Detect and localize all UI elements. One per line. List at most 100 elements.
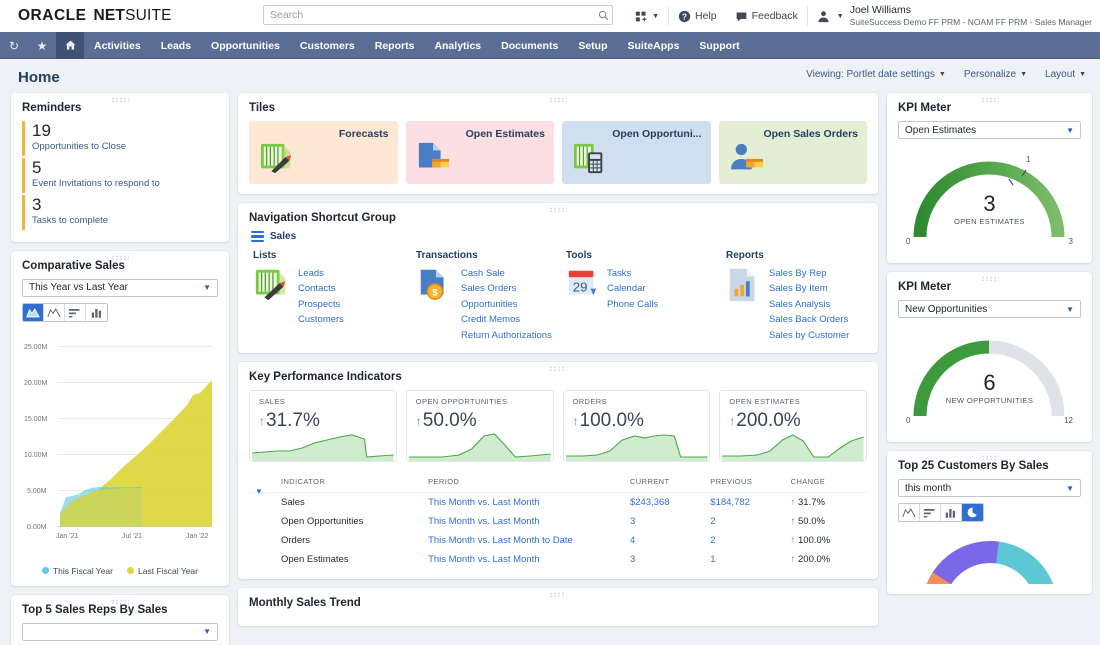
- table-row[interactable]: Sales This Month vs. Last Month $243,368…: [249, 492, 867, 512]
- nav-item-setup[interactable]: Setup: [568, 32, 617, 59]
- kpi-card-sales[interactable]: SALES ↑ 31.7%: [249, 389, 397, 462]
- col-previous[interactable]: PREVIOUS: [706, 470, 787, 493]
- recent-history-icon[interactable]: ↻: [0, 32, 28, 59]
- drag-handle[interactable]: [549, 591, 567, 597]
- link-prospects[interactable]: Prospects: [298, 297, 344, 312]
- drag-handle[interactable]: [111, 254, 129, 260]
- link-sales-by-rep[interactable]: Sales By Rep: [769, 266, 849, 281]
- drag-handle[interactable]: [549, 207, 567, 212]
- comparative-sales-range-select[interactable]: This Year vs Last Year ▼: [22, 278, 218, 297]
- top-25-customers-range-select[interactable]: this month ▼: [898, 479, 1081, 497]
- col-current[interactable]: CURRENT: [625, 470, 707, 493]
- cell-current[interactable]: $243,368: [626, 492, 706, 512]
- search-input[interactable]: [264, 9, 594, 21]
- link-sales-by-item[interactable]: Sales By Item: [769, 281, 849, 296]
- drag-handle[interactable]: [980, 97, 999, 102]
- favorites-star-icon[interactable]: ★: [28, 32, 56, 59]
- cell-previous[interactable]: 1: [706, 550, 786, 569]
- tile-forecasts[interactable]: Forecasts: [249, 121, 398, 184]
- reminder-label[interactable]: Opportunities to Close: [32, 141, 126, 152]
- col-period[interactable]: PERIOD: [424, 470, 626, 493]
- link-customers[interactable]: Customers: [298, 312, 344, 327]
- table-row[interactable]: Orders This Month vs. Last Month to Date…: [249, 531, 867, 550]
- area-chart-icon[interactable]: [23, 303, 44, 321]
- nav-item-customers[interactable]: Customers: [290, 32, 365, 59]
- horizontal-bar-chart-icon[interactable]: [65, 303, 86, 321]
- tile-open-estimates[interactable]: Open Estimates: [405, 121, 554, 184]
- link-sales-by-customer[interactable]: Sales by Customer: [769, 328, 849, 343]
- reminder-label[interactable]: Tasks to complete: [32, 215, 108, 226]
- col-change[interactable]: CHANGE: [786, 470, 867, 493]
- kpi-card-open-estimates[interactable]: OPEN ESTIMATES ↑ 200.0%: [719, 389, 867, 462]
- cell-previous[interactable]: 2: [706, 512, 786, 531]
- table-row[interactable]: Open Estimates This Month vs. Last Month…: [249, 550, 867, 569]
- link-contacts[interactable]: Contacts: [298, 281, 344, 296]
- link-opportunities[interactable]: Opportunities: [461, 297, 552, 312]
- filter-funnel-icon[interactable]: ▼: [255, 487, 263, 496]
- layout-menu[interactable]: Layout ▼: [1045, 69, 1086, 80]
- cell-previous[interactable]: $184,782: [706, 492, 786, 512]
- line-chart-icon[interactable]: [899, 504, 920, 521]
- nav-shortcut-group-header[interactable]: Sales: [251, 231, 867, 242]
- horizontal-bar-chart-icon[interactable]: [920, 504, 941, 521]
- link-leads[interactable]: Leads: [298, 266, 344, 281]
- cell-previous[interactable]: 2: [706, 531, 786, 550]
- link-cash-sale[interactable]: Cash Sale: [461, 266, 552, 281]
- top5-sales-reps-range-select[interactable]: ▼: [22, 622, 218, 641]
- drag-handle[interactable]: [111, 598, 129, 604]
- user-menu[interactable]: ▼ Joel Williams SuiteSuccess Demo FF PRM…: [808, 4, 1092, 28]
- nav-item-reports[interactable]: Reports: [365, 32, 425, 59]
- nav-item-support[interactable]: Support: [689, 32, 749, 59]
- link-return-authorizations[interactable]: Return Authorizations: [461, 328, 552, 343]
- line-chart-icon[interactable]: [44, 303, 65, 321]
- col-indicator[interactable]: INDICATOR: [249, 470, 425, 493]
- nav-item-activities[interactable]: Activities: [84, 32, 151, 59]
- home-icon[interactable]: [56, 32, 84, 59]
- nav-item-analytics[interactable]: Analytics: [424, 32, 491, 59]
- cell-period[interactable]: This Month vs. Last Month: [424, 550, 626, 569]
- kpi-card-open-opportunities[interactable]: OPEN OPPORTUNITIES ↑ 50.0%: [405, 389, 554, 462]
- link-sales-orders[interactable]: Sales Orders: [461, 281, 552, 296]
- oracle-netsuite-logo[interactable]: ORACLE NETSUITE: [18, 7, 172, 25]
- cell-period[interactable]: This Month vs. Last Month: [424, 492, 626, 512]
- help-button[interactable]: ? Help: [669, 0, 726, 32]
- link-tasks[interactable]: Tasks: [607, 266, 658, 281]
- cell-period[interactable]: This Month vs. Last Month: [424, 512, 626, 531]
- link-credit-memos[interactable]: Credit Memos: [461, 312, 552, 327]
- personalize-menu[interactable]: Personalize ▼: [964, 69, 1027, 80]
- drag-handle[interactable]: [980, 276, 999, 281]
- quick-add-button[interactable]: ▼: [626, 0, 668, 32]
- kpi-meter-1-select[interactable]: Open Estimates ▼: [898, 121, 1081, 139]
- pie-chart-icon[interactable]: [962, 504, 983, 521]
- link-sales-analysis[interactable]: Sales Analysis: [769, 297, 849, 312]
- nav-item-opportunities[interactable]: Opportunities: [201, 32, 290, 59]
- kpi-card-orders[interactable]: ORDERS ↑ 100.0%: [562, 389, 711, 462]
- drag-handle[interactable]: [980, 455, 999, 460]
- column-chart-icon[interactable]: [941, 504, 962, 521]
- column-chart-icon[interactable]: [86, 303, 107, 321]
- cell-current[interactable]: 3: [626, 550, 706, 569]
- cell-period[interactable]: This Month vs. Last Month to Date: [424, 531, 626, 550]
- drag-handle[interactable]: [549, 365, 567, 371]
- kpi-meter-2-select[interactable]: New Opportunities ▼: [898, 300, 1081, 318]
- tile-open-sales-orders[interactable]: Open Sales Orders: [718, 121, 867, 184]
- cell-current[interactable]: 4: [626, 531, 706, 550]
- reminder-item[interactable]: 19 Opportunities to Close: [22, 121, 218, 156]
- link-sales-back-orders[interactable]: Sales Back Orders: [769, 312, 849, 327]
- link-calendar[interactable]: Calendar: [607, 281, 658, 296]
- drag-handle[interactable]: [111, 97, 129, 102]
- nav-item-leads[interactable]: Leads: [151, 32, 201, 59]
- reminder-item[interactable]: 3 Tasks to complete: [22, 194, 218, 230]
- tile-open-opportunities[interactable]: Open Opportuni...: [562, 121, 711, 184]
- cell-current[interactable]: 3: [626, 512, 706, 531]
- nav-item-documents[interactable]: Documents: [491, 32, 568, 59]
- reminder-item[interactable]: 5 Event Invitations to respond to: [22, 157, 218, 193]
- feedback-button[interactable]: Feedback: [726, 0, 807, 32]
- global-search[interactable]: [263, 5, 613, 25]
- viewing-portlet-date-settings-menu[interactable]: Viewing: Portlet date settings ▼: [806, 69, 946, 80]
- search-icon[interactable]: [594, 10, 612, 21]
- drag-handle[interactable]: [549, 97, 567, 102]
- reminder-label[interactable]: Event Invitations to respond to: [32, 178, 160, 189]
- table-row[interactable]: Open Opportunities This Month vs. Last M…: [249, 512, 867, 531]
- link-phone-calls[interactable]: Phone Calls: [607, 297, 658, 312]
